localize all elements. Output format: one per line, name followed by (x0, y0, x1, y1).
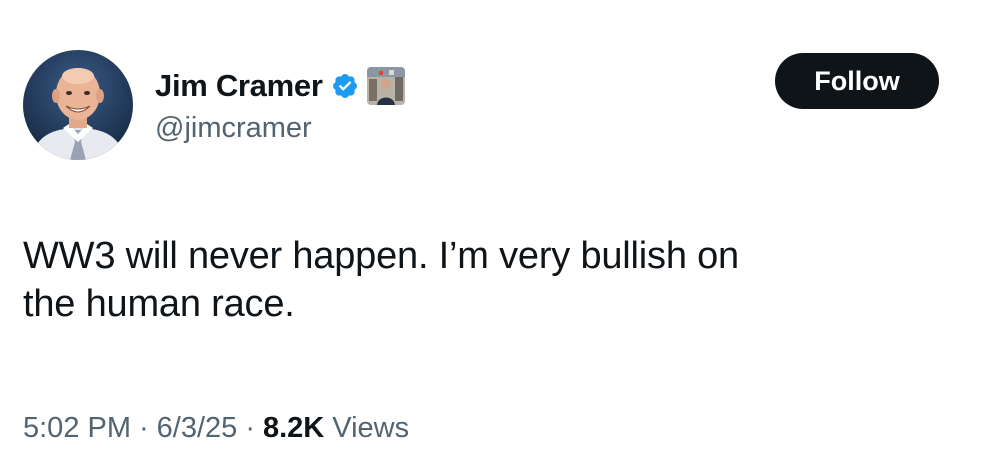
author-display-name[interactable]: Jim Cramer (155, 68, 323, 104)
author-avatar[interactable] (23, 50, 133, 160)
author-name-row: Jim Cramer (155, 64, 405, 108)
meta-separator: · (245, 412, 255, 444)
avatar-image (23, 50, 133, 160)
affiliate-badge-icon[interactable] (366, 67, 405, 105)
tweet-meta: 5:02 PM · 6/3/25 · 8.2K Views (23, 412, 409, 445)
tweet-text-line: WW3 will never happen. I’m very bullish … (23, 235, 739, 277)
tweet-time[interactable]: 5:02 PM (23, 412, 131, 445)
views-label: Views (332, 412, 410, 444)
author-handle[interactable]: @jimcramer (155, 112, 312, 145)
tweet-text-line: the human race. (23, 283, 295, 325)
views-count[interactable]: 8.2K (263, 412, 324, 445)
verified-check-icon[interactable] (331, 72, 359, 100)
follow-button[interactable]: Follow (775, 53, 939, 109)
tweet-date[interactable]: 6/3/25 (157, 412, 238, 445)
tweet-card: Jim Cramer @jimcramer Follow WW3 will ne… (0, 0, 981, 476)
tweet-text: WW3 will never happen. I’m very bullish … (23, 232, 953, 328)
meta-separator: · (139, 412, 149, 444)
